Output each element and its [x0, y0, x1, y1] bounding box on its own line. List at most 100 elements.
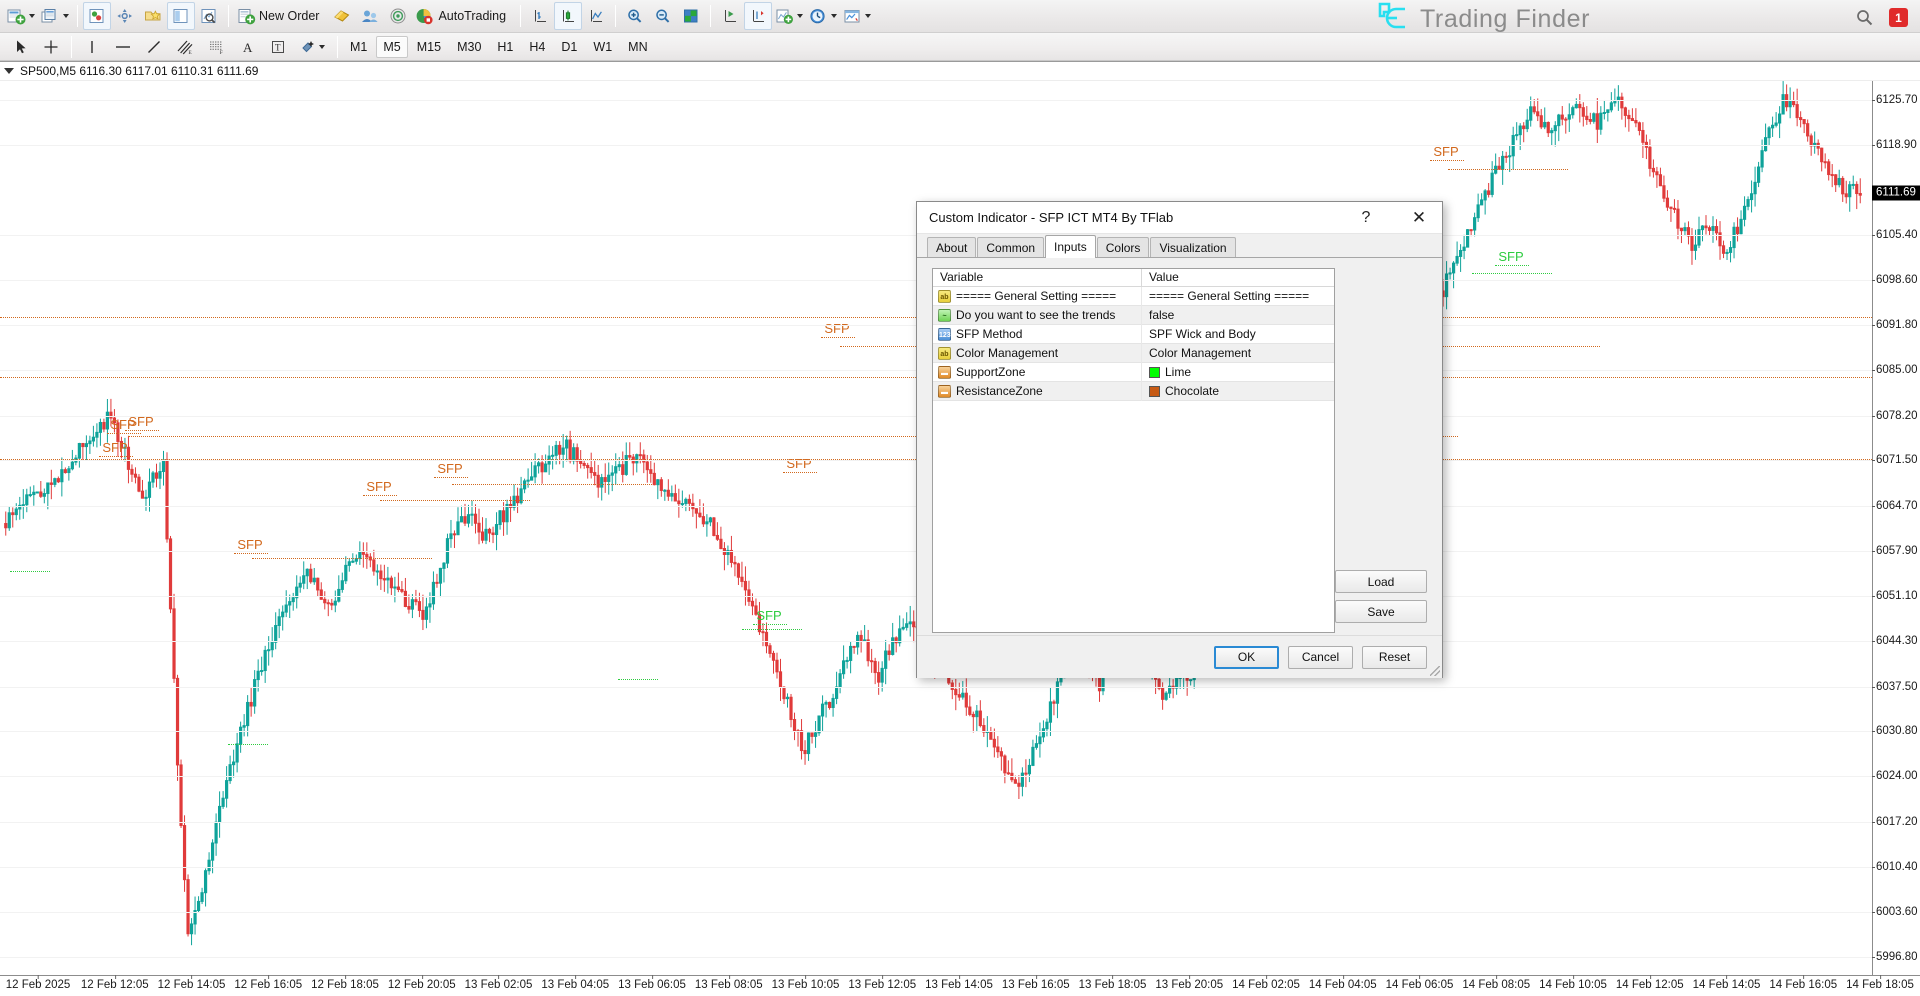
- timeframe-mn[interactable]: MN: [621, 36, 654, 58]
- shapes-icon[interactable]: [293, 36, 332, 58]
- grid-row[interactable]: ~Do you want to see the trendsfalse: [933, 306, 1334, 325]
- tab-visualization[interactable]: Visualization: [1150, 237, 1235, 257]
- zoom-out-icon[interactable]: [649, 2, 677, 30]
- shift-end-icon[interactable]: [716, 2, 744, 30]
- value-cell[interactable]: Lime: [1141, 363, 1334, 382]
- cursor-icon[interactable]: [6, 36, 36, 58]
- equidistant-channel-icon[interactable]: E: [169, 36, 201, 58]
- chevron-down-icon[interactable]: [831, 14, 837, 18]
- tab-inputs[interactable]: Inputs: [1045, 235, 1096, 258]
- crosshair-icon[interactable]: [36, 36, 66, 58]
- metaeditor-icon[interactable]: [328, 2, 356, 30]
- reset-button[interactable]: Reset: [1362, 646, 1427, 669]
- new-order-button[interactable]: New Order: [234, 2, 328, 30]
- tab-colors[interactable]: Colors: [1097, 237, 1150, 257]
- grid-row[interactable]: ab===== General Setting ========== Gener…: [933, 287, 1334, 306]
- value-cell[interactable]: SPF Wick and Body: [1141, 325, 1334, 344]
- svg-text:E: E: [188, 49, 192, 54]
- autotrading-button[interactable]: AutoTrading: [412, 2, 515, 30]
- timeframe-w1[interactable]: W1: [586, 36, 619, 58]
- sfp-marker-label: SFP: [1433, 144, 1458, 159]
- chevron-down-icon[interactable]: [865, 14, 871, 18]
- text-icon[interactable]: A: [233, 36, 263, 58]
- tab-common[interactable]: Common: [977, 237, 1044, 257]
- chevron-down-icon[interactable]: [797, 14, 803, 18]
- trading-finder-logo: Trading Finder: [1374, 2, 1590, 36]
- strategy-tester-icon[interactable]: [384, 2, 412, 30]
- search-icon[interactable]: [1856, 9, 1873, 26]
- timeframe-m30[interactable]: M30: [450, 36, 488, 58]
- bar-chart-icon[interactable]: [526, 2, 554, 30]
- grid-row[interactable]: ▬ResistanceZoneChocolate: [933, 382, 1334, 401]
- value-cell[interactable]: Chocolate: [1141, 382, 1334, 401]
- price-tick-label: 5996.80: [1876, 951, 1918, 963]
- save-button[interactable]: Save: [1335, 600, 1427, 623]
- chevron-down-icon[interactable]: [63, 14, 69, 18]
- ok-button[interactable]: OK: [1214, 646, 1279, 669]
- mql-community-icon[interactable]: [356, 2, 384, 30]
- indicators-add-icon[interactable]: [772, 2, 806, 30]
- symbol-info-bar: SP500,M5 6116.30 6117.01 6110.31 6111.69: [0, 62, 1920, 81]
- close-icon[interactable]: ✕: [1396, 202, 1442, 233]
- zone-level-line: [742, 629, 802, 630]
- dialog-title-bar[interactable]: Custom Indicator - SFP ICT MT4 By TFlab …: [917, 202, 1442, 234]
- inputs-grid[interactable]: Variable Value ab===== General Setting =…: [932, 268, 1335, 633]
- load-button[interactable]: Load: [1335, 570, 1427, 593]
- grid-row[interactable]: ▬SupportZoneLime: [933, 363, 1334, 382]
- time-tick-label: 13 Feb 08:05: [695, 979, 763, 991]
- favorites-star-icon[interactable]: [139, 2, 167, 30]
- candlestick-chart-icon[interactable]: [554, 2, 582, 30]
- zoom-in-icon[interactable]: [621, 2, 649, 30]
- grid-header-row: Variable Value: [933, 269, 1334, 287]
- data-window-icon[interactable]: [167, 2, 195, 30]
- help-icon[interactable]: ?: [1348, 202, 1384, 233]
- time-tick-label: 13 Feb 16:05: [1002, 979, 1070, 991]
- new-chart-icon[interactable]: [4, 2, 38, 30]
- price-gridline: [0, 145, 1872, 146]
- variable-label: Color Management: [956, 346, 1058, 360]
- time-tick-label: 14 Feb 04:05: [1309, 979, 1377, 991]
- horizontal-line-icon[interactable]: [107, 36, 139, 58]
- templates-icon[interactable]: [840, 2, 874, 30]
- price-gridline: [0, 731, 1872, 732]
- timeframe-m15[interactable]: M15: [410, 36, 448, 58]
- vertical-line-icon[interactable]: [77, 36, 107, 58]
- open-offline-icon[interactable]: [38, 2, 72, 30]
- auto-scroll-icon[interactable]: [744, 2, 772, 30]
- grid-row[interactable]: 123SFP MethodSPF Wick and Body: [933, 325, 1334, 344]
- profiles-icon[interactable]: [83, 2, 111, 30]
- resize-grip[interactable]: [1430, 666, 1440, 676]
- autotrading-label: AutoTrading: [435, 9, 512, 23]
- navigator-search-icon[interactable]: [195, 2, 223, 30]
- time-scale[interactable]: 12 Feb 202512 Feb 12:0512 Feb 14:0512 Fe…: [0, 975, 1920, 996]
- zone-level-line: [618, 679, 658, 680]
- timeframe-d1[interactable]: D1: [554, 36, 584, 58]
- crosshair-target-icon[interactable]: [111, 2, 139, 30]
- tab-about[interactable]: About: [927, 237, 976, 257]
- chevron-down-icon[interactable]: [319, 45, 325, 49]
- timeframe-m1[interactable]: M1: [343, 36, 374, 58]
- trendline-icon[interactable]: [139, 36, 169, 58]
- value-cell[interactable]: Color Management: [1141, 344, 1334, 363]
- zone-level-line: [1448, 169, 1568, 170]
- value-cell[interactable]: false: [1141, 306, 1334, 325]
- grid-row[interactable]: abColor ManagementColor Management: [933, 344, 1334, 363]
- sfp-level-line: [1430, 160, 1464, 161]
- notification-badge[interactable]: 1: [1889, 8, 1908, 27]
- periods-clock-icon[interactable]: [806, 2, 840, 30]
- timeframe-m5[interactable]: M5: [376, 36, 407, 58]
- price-scale[interactable]: 6125.706118.906111.696105.406098.606091.…: [1872, 81, 1920, 976]
- line-chart-icon[interactable]: [582, 2, 610, 30]
- value-cell[interactable]: ===== General Setting =====: [1141, 287, 1334, 306]
- sfp-level-line: [234, 553, 268, 554]
- cancel-button[interactable]: Cancel: [1288, 646, 1353, 669]
- collapse-triangle-icon[interactable]: [4, 68, 14, 74]
- timeframe-h4[interactable]: H4: [522, 36, 552, 58]
- timeframe-h1[interactable]: H1: [490, 36, 520, 58]
- timeframe-group: M1M5M15M30H1H4D1W1MN: [343, 36, 655, 58]
- custom-indicator-dialog[interactable]: Custom Indicator - SFP ICT MT4 By TFlab …: [916, 201, 1443, 678]
- text-label-icon[interactable]: T: [263, 36, 293, 58]
- fibonacci-retracement-icon[interactable]: F: [201, 36, 233, 58]
- tile-windows-icon[interactable]: [677, 2, 705, 30]
- chevron-down-icon[interactable]: [29, 14, 35, 18]
